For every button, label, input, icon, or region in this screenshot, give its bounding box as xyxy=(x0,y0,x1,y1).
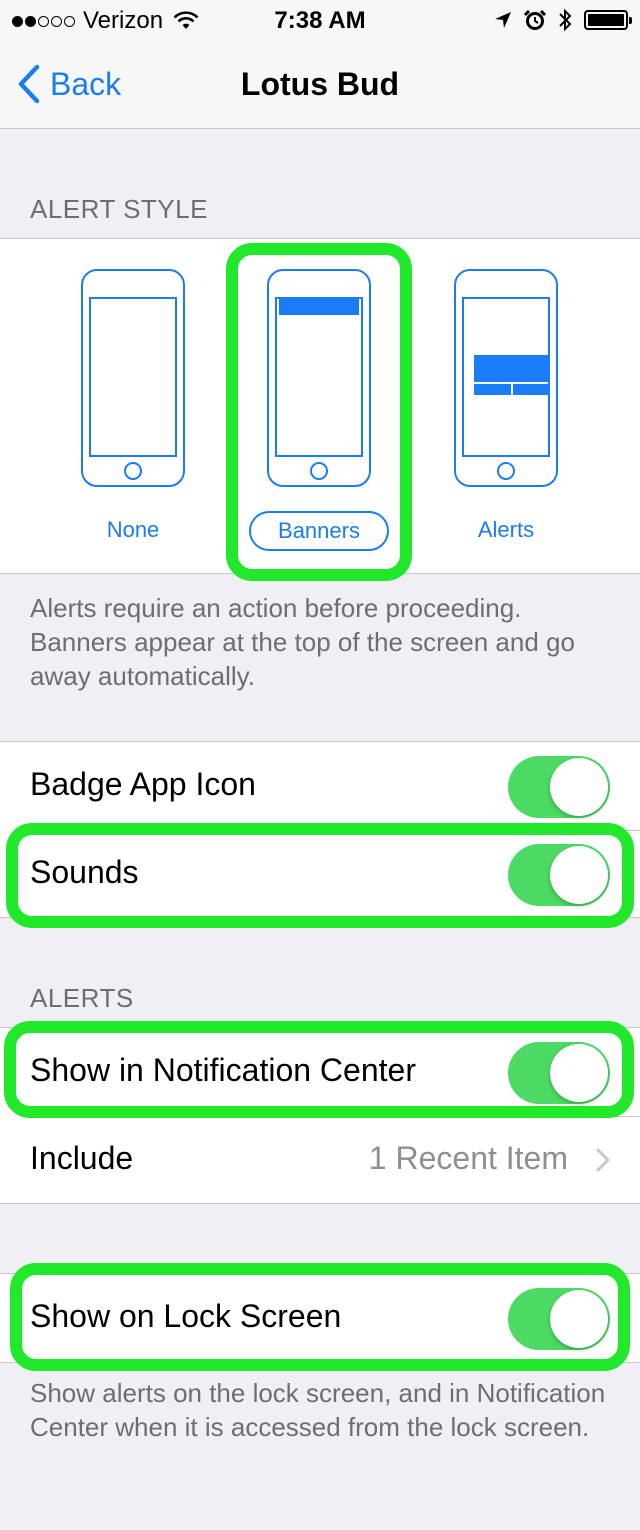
include-value: 1 Recent Item xyxy=(368,1140,568,1176)
sounds-toggle[interactable] xyxy=(508,844,610,906)
navigation-bar: Back Lotus Bud xyxy=(0,40,640,129)
alert-style-none-label[interactable]: None xyxy=(81,517,185,543)
alert-style-alerts-label[interactable]: Alerts xyxy=(454,517,558,543)
show-on-lock-screen-toggle[interactable] xyxy=(508,1288,610,1350)
battery-icon xyxy=(584,10,632,30)
alerts-header: ALERTS xyxy=(30,983,134,1013)
badge-sounds-group: Badge App Icon Sounds xyxy=(0,741,640,918)
alerts-group: Show in Notification Center Include 1 Re… xyxy=(0,1027,640,1204)
banner-illustration xyxy=(279,299,359,315)
badge-app-icon-row: Badge App Icon xyxy=(0,742,640,830)
lock-screen-footer: Show alerts on the lock screen, and in N… xyxy=(30,1378,606,1442)
lock-screen-group: Show on Lock Screen xyxy=(0,1273,640,1363)
include-row[interactable]: Include 1 Recent Item xyxy=(0,1116,640,1204)
show-in-notification-center-label: Show in Notification Center xyxy=(30,1052,416,1088)
alert-illustration xyxy=(474,355,550,395)
alert-style-banners-label[interactable]: Banners xyxy=(249,511,389,551)
show-on-lock-screen-row: Show on Lock Screen xyxy=(0,1274,640,1362)
sounds-label: Sounds xyxy=(30,854,139,890)
page-title: Lotus Bud xyxy=(240,66,400,102)
alert-style-picker: None Banners Alerts xyxy=(0,238,640,574)
sounds-row: Sounds xyxy=(0,830,640,918)
alarm-icon xyxy=(524,9,546,30)
show-on-lock-screen-label: Show on Lock Screen xyxy=(30,1298,342,1334)
status-bar: Verizon 7:38 AM xyxy=(0,0,640,40)
badge-app-icon-label: Badge App Icon xyxy=(30,766,256,802)
badge-app-icon-toggle[interactable] xyxy=(508,756,610,818)
chevron-right-icon xyxy=(596,1148,610,1172)
alert-style-alerts-option[interactable] xyxy=(454,269,558,487)
alert-style-header: ALERT STYLE xyxy=(30,194,208,224)
show-in-notification-center-row: Show in Notification Center xyxy=(0,1028,640,1116)
alert-style-none-option[interactable] xyxy=(81,269,185,487)
alert-style-footer: Alerts require an action before proceedi… xyxy=(30,593,575,691)
alert-style-banners-option[interactable] xyxy=(267,269,371,487)
bluetooth-icon xyxy=(559,8,572,32)
include-label: Include xyxy=(30,1140,134,1176)
location-arrow-icon xyxy=(495,12,511,28)
show-in-notification-center-toggle[interactable] xyxy=(508,1042,610,1104)
